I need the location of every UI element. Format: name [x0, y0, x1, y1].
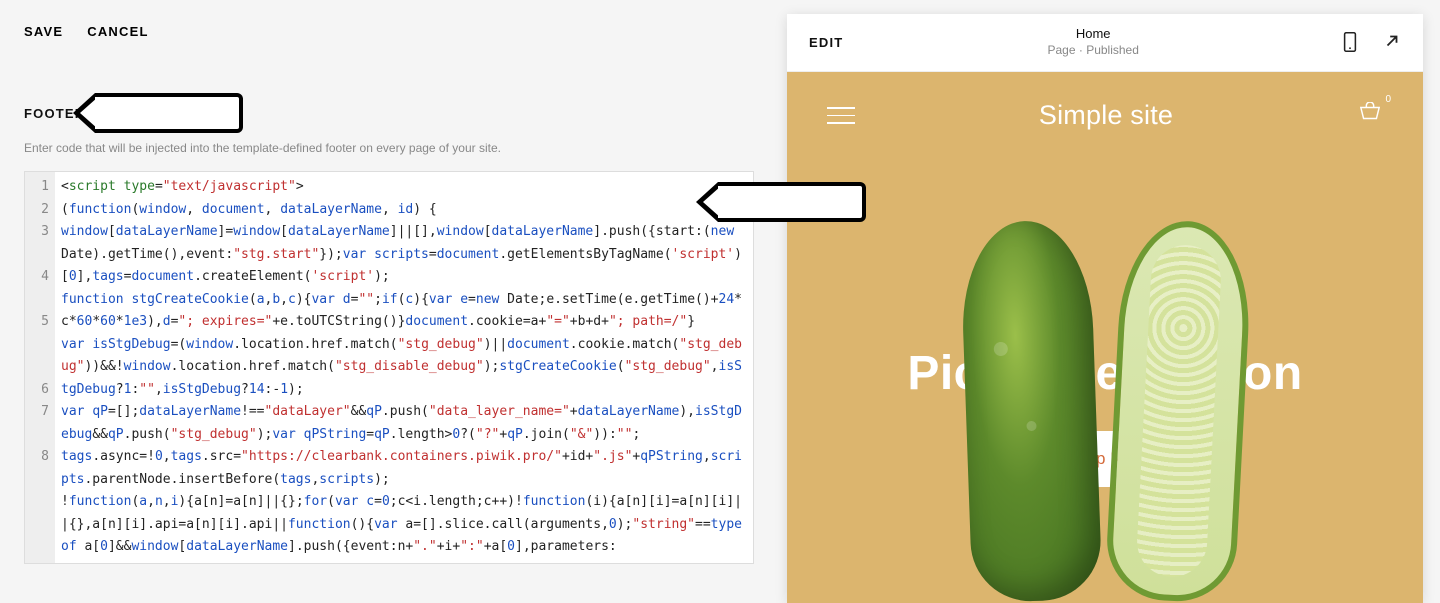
- page-info: Home Page · Published: [1048, 26, 1139, 58]
- site-name: Simple site: [1039, 100, 1173, 131]
- editor-actions: SAVE CANCEL: [24, 24, 763, 39]
- section-header: FOOTER: [24, 93, 763, 133]
- cart-count-badge: 0: [1385, 94, 1391, 105]
- code-line: !function(a,n,i){a[n]=a[n]||{};for(var c…: [61, 491, 747, 559]
- line-number: [29, 334, 49, 357]
- line-number: 2: [29, 199, 49, 222]
- hero-image: [787, 221, 1423, 601]
- app-root: SAVE CANCEL FOOTER Enter code that will …: [0, 0, 1440, 603]
- line-number: 6: [29, 379, 49, 402]
- pickle-half-illustration: [1104, 218, 1254, 603]
- line-number: 4: [29, 266, 49, 289]
- preview-frame: EDIT Home Page · Published Si: [787, 14, 1423, 603]
- hero: Pickle Perfection Shop Now: [787, 131, 1423, 601]
- footer-code-editor[interactable]: 1 2 3 4 5 6 7 8 <script type="text/javas…: [24, 171, 754, 564]
- page-title: Home: [1048, 26, 1139, 43]
- code-gutter: 1 2 3 4 5 6 7 8: [25, 172, 55, 563]
- line-number: 3: [29, 221, 49, 244]
- code-line: window[dataLayerName]=window[dataLayerNa…: [61, 221, 747, 289]
- code-body[interactable]: <script type="text/javascript"> (functio…: [55, 172, 753, 563]
- line-number: 7: [29, 401, 49, 424]
- code-line: function stgCreateCookie(a,b,c){var d=""…: [61, 289, 747, 334]
- code-line: var qP=[];dataLayerName!=="dataLayer"&&q…: [61, 401, 747, 446]
- pickle-whole-illustration: [959, 219, 1102, 603]
- code-line: tags.async=!0,tags.src="https://clearban…: [61, 446, 747, 491]
- section-description: Enter code that will be injected into th…: [24, 141, 763, 155]
- line-number: 1: [29, 176, 49, 199]
- editor-pane: SAVE CANCEL FOOTER Enter code that will …: [0, 0, 787, 603]
- cancel-button[interactable]: CANCEL: [87, 24, 148, 39]
- callout-arrow-icon: [718, 182, 866, 222]
- mobile-preview-icon[interactable]: [1343, 32, 1361, 54]
- line-number: [29, 469, 49, 492]
- code-line: (function(window, document, dataLayerNam…: [61, 199, 747, 222]
- open-external-icon[interactable]: [1383, 32, 1401, 54]
- menu-icon[interactable]: [827, 101, 855, 130]
- line-number: [29, 289, 49, 312]
- shop-now-button[interactable]: Shop Now: [1034, 431, 1176, 487]
- edit-button[interactable]: EDIT: [809, 35, 843, 50]
- hero-title: Pickle Perfection: [907, 346, 1302, 401]
- code-line: var isStgDebug=(window.location.href.mat…: [61, 334, 747, 402]
- line-number: [29, 424, 49, 447]
- line-number: 5: [29, 311, 49, 334]
- code-line: <script type="text/javascript">: [61, 176, 747, 199]
- line-number: [29, 244, 49, 267]
- site-preview: Simple site 0 Pickle Perfection Shop Now: [787, 72, 1423, 603]
- preview-pane: EDIT Home Page · Published Si: [787, 0, 1440, 603]
- line-number: 8: [29, 446, 49, 469]
- line-number: [29, 356, 49, 379]
- callout-arrow-icon: [95, 93, 243, 133]
- cart-icon[interactable]: 0: [1357, 102, 1383, 129]
- preview-topbar: EDIT Home Page · Published: [787, 14, 1423, 72]
- save-button[interactable]: SAVE: [24, 24, 63, 39]
- topbar-actions: [1343, 32, 1401, 54]
- page-status: Page · Published: [1048, 43, 1139, 59]
- site-header: Simple site 0: [787, 72, 1423, 131]
